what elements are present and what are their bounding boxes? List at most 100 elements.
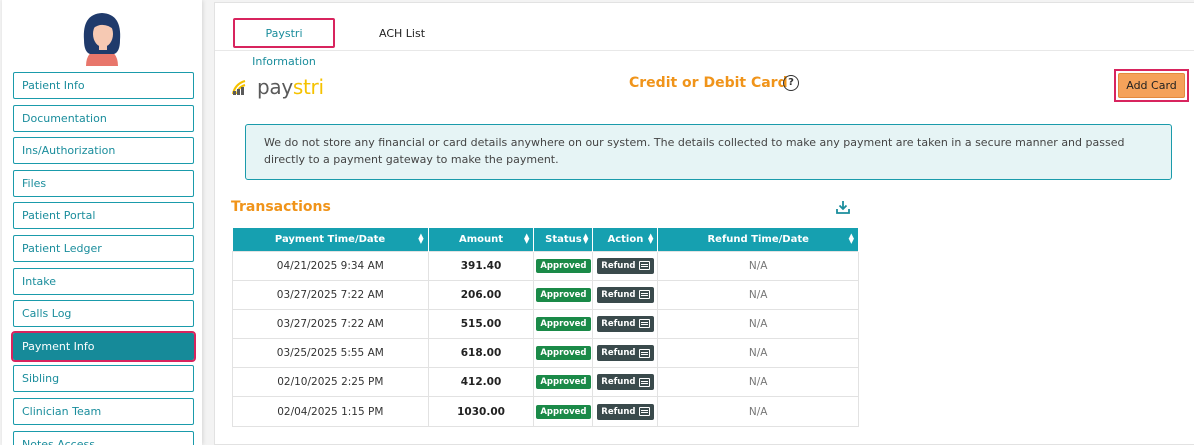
column-header-label: Action — [607, 233, 644, 245]
refund-button[interactable]: Refund — [597, 286, 654, 303]
sort-icon[interactable]: ▲ ▼ — [524, 233, 529, 245]
card-section-title: Credit or Debit Card — [629, 75, 788, 91]
payment-time-cell: 02/10/2025 2:25 PM — [232, 367, 429, 398]
table-row: 04/21/2025 9:34 AM 391.40 Approved Refund N/… — [232, 250, 859, 281]
table-row: 02/10/2025 2:25 PM 412.00 Approved Refund N/… — [232, 367, 859, 398]
refund-button-label: Refund — [601, 260, 636, 271]
sidebar-item-files[interactable]: Files — [13, 169, 194, 197]
logo-text-stri: stri — [292, 75, 324, 99]
sidebar-item-patient-info[interactable]: Patient Info — [13, 72, 194, 99]
table-header-row: Payment Time/Date ▲ ▼ Amount ▲ ▼ Status ▲ ▼ Actio… — [232, 228, 859, 251]
action-cell: Refund — [592, 279, 659, 310]
sidebar-item-calls-log[interactable]: Calls Log — [13, 300, 194, 328]
refund-time-cell: N/A — [657, 367, 859, 398]
sidebar-nav: Patient Info Documentation Ins/Authorizati… — [11, 72, 196, 445]
action-cell: Refund — [592, 396, 659, 427]
sort-icon[interactable]: ▲ ▼ — [418, 233, 423, 245]
sidebar-item-patient-ledger[interactable]: Patient Ledger — [13, 234, 194, 262]
column-header-payment-time-date[interactable]: Payment Time/Date ▲ ▼ — [232, 228, 429, 251]
table-row: 03/25/2025 5:55 AM 618.00 Approved Refund N/… — [232, 338, 859, 369]
column-header-amount[interactable]: Amount ▲ ▼ — [428, 228, 535, 251]
amount-cell: 515.00 — [427, 308, 535, 340]
sort-icon[interactable]: ▲ ▼ — [648, 233, 653, 245]
refund-button-label: Refund — [601, 377, 636, 388]
tab-bar: Paystri Information ACH List — [215, 3, 1194, 68]
status-badge: Approved — [536, 258, 591, 273]
refund-button[interactable]: Refund — [597, 315, 654, 332]
column-header-label: Amount — [458, 233, 504, 245]
receipt-icon — [638, 319, 650, 329]
receipt-icon — [638, 261, 650, 271]
tab-ach-list[interactable]: ACH List — [367, 19, 437, 49]
amount-cell: 391.40 — [427, 250, 535, 281]
sort-icon[interactable]: ▲ ▼ — [583, 233, 588, 245]
receipt-icon — [638, 407, 650, 417]
status-cell: Approved — [533, 396, 594, 427]
refund-button[interactable]: Refund — [597, 345, 654, 362]
sidebar-item-payment-info[interactable]: Payment Info — [11, 330, 196, 362]
sidebar-item-notes-access[interactable]: Notes Access — [13, 430, 194, 445]
refund-button[interactable]: Refund — [597, 257, 654, 274]
transactions-table-body: 04/21/2025 9:34 AM 391.40 Approved Refund N/… — [232, 250, 859, 427]
sort-icon[interactable]: ▲ ▼ — [849, 233, 854, 245]
status-cell: Approved — [533, 338, 594, 369]
status-badge: Approved — [536, 404, 591, 419]
status-badge: Approved — [536, 316, 591, 331]
logo-text-pay: pay — [257, 75, 293, 99]
action-cell: Refund — [592, 308, 659, 340]
table-row: 03/27/2025 7:22 AM 206.00 Approved Refund N/… — [232, 279, 859, 310]
amount-cell: 618.00 — [427, 338, 535, 369]
action-cell: Refund — [592, 250, 659, 281]
amount-cell: 206.00 — [427, 279, 535, 310]
amount-cell: 412.00 — [427, 367, 535, 398]
receipt-icon — [638, 377, 650, 387]
status-cell: Approved — [533, 367, 594, 398]
action-cell: Refund — [592, 338, 659, 369]
sidebar-item-intake[interactable]: Intake — [13, 267, 194, 295]
transactions-title: Transactions — [231, 199, 331, 215]
paystri-logo: paystri — [231, 73, 331, 101]
payment-time-cell: 03/25/2025 5:55 AM — [232, 338, 429, 369]
security-notice: We do not store any financial or card de… — [245, 124, 1172, 180]
add-card-button[interactable]: Add Card — [1118, 73, 1185, 98]
column-header-status[interactable]: Status ▲ ▼ — [533, 228, 594, 251]
refund-button-label: Refund — [601, 318, 636, 329]
refund-time-cell: N/A — [657, 250, 859, 281]
sidebar-item-patient-portal[interactable]: Patient Portal — [13, 202, 194, 230]
status-badge: Approved — [536, 375, 591, 390]
column-header-label: Status — [545, 233, 582, 245]
payment-time-cell: 04/21/2025 9:34 AM — [232, 250, 429, 281]
avatar — [83, 13, 121, 66]
sidebar-item-documentation[interactable]: Documentation — [13, 104, 194, 132]
receipt-icon — [638, 348, 650, 358]
refund-button-label: Refund — [601, 406, 636, 417]
column-header-refund-time-date[interactable]: Refund Time/Date ▲ ▼ — [657, 228, 859, 251]
refund-time-cell: N/A — [657, 396, 859, 427]
status-badge: Approved — [536, 346, 591, 361]
tab-paystri-information[interactable]: Paystri Information — [233, 18, 335, 68]
column-header-action[interactable]: Action ▲ ▼ — [592, 228, 659, 251]
status-cell: Approved — [533, 250, 594, 281]
payment-time-cell: 03/27/2025 7:22 AM — [232, 308, 429, 340]
sidebar-item-ins-authorization[interactable]: Ins/Authorization — [13, 137, 194, 165]
table-row: 02/04/2025 1:15 PM 1030.00 Approved Refund N… — [232, 396, 859, 427]
amount-cell: 1030.00 — [427, 396, 535, 427]
transactions-table: Payment Time/Date ▲ ▼ Amount ▲ ▼ Status ▲ ▼ Actio… — [232, 228, 859, 427]
status-badge: Approved — [536, 287, 591, 302]
sidebar-item-clinician-team[interactable]: Clinician Team — [13, 397, 194, 425]
sidebar-item-sibling[interactable]: Sibling — [13, 365, 194, 393]
payment-time-cell: 03/27/2025 7:22 AM — [232, 279, 429, 310]
column-header-label: Payment Time/Date — [274, 233, 386, 245]
refund-time-cell: N/A — [657, 308, 859, 340]
help-icon[interactable]: ? — [783, 75, 799, 91]
download-icon[interactable] — [835, 199, 851, 215]
refund-time-cell: N/A — [657, 279, 859, 310]
payment-time-cell: 02/04/2025 1:15 PM — [232, 396, 429, 427]
add-card-highlight: Add Card — [1114, 69, 1189, 102]
refund-button[interactable]: Refund — [597, 374, 654, 391]
sidebar: Patient Info Documentation Ins/Authorizati… — [2, 0, 202, 445]
refund-button-label: Refund — [601, 289, 636, 300]
paystri-logo-icon — [231, 79, 246, 95]
refund-button[interactable]: Refund — [597, 403, 654, 420]
column-header-label: Refund Time/Date — [707, 233, 809, 245]
